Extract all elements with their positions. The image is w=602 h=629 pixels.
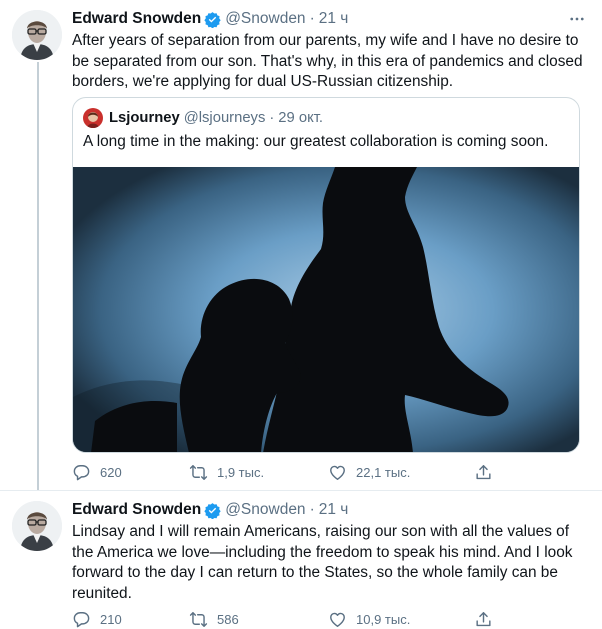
separator-dot: · (309, 501, 315, 518)
like-button[interactable]: 22,1 тыс. (328, 461, 410, 483)
retweet-count: 586 (217, 611, 239, 627)
tweet[interactable]: Edward Snowden @Snowden · 21 ч After yea… (0, 0, 602, 490)
tweet-header: Edward Snowden @Snowden · 21 ч (72, 500, 592, 520)
author-handle[interactable]: @Snowden (225, 501, 305, 519)
retweet-icon (189, 464, 208, 480)
quoted-tweet-image[interactable] (73, 167, 579, 452)
reply-icon (73, 464, 90, 480)
separator-dot: · (309, 10, 315, 27)
verified-badge-icon (204, 502, 221, 519)
reply-count: 210 (100, 611, 122, 627)
tweet-timestamp[interactable]: 21 ч (319, 10, 349, 28)
share-button[interactable] (474, 461, 502, 483)
like-icon (330, 465, 345, 480)
author-name[interactable]: Edward Snowden (72, 10, 201, 28)
retweet-button[interactable]: 1,9 тыс. (189, 461, 264, 483)
quoted-timestamp: 29 окт. (278, 110, 323, 126)
like-icon (330, 612, 345, 627)
tweet[interactable]: Edward Snowden @Snowden · 21 ч Lindsay a… (0, 490, 602, 629)
avatar[interactable] (12, 10, 62, 60)
retweet-button[interactable]: 586 (189, 608, 239, 629)
share-icon (476, 611, 491, 626)
retweet-icon (189, 611, 208, 627)
like-count: 22,1 тыс. (356, 464, 411, 480)
silhouette-photo (73, 167, 579, 452)
tweet-header: Edward Snowden @Snowden · 21 ч (72, 9, 592, 29)
author-handle[interactable]: @Snowden (225, 10, 305, 28)
like-button[interactable]: 10,9 тыс. (328, 608, 410, 629)
author-name[interactable]: Edward Snowden (72, 501, 201, 519)
reply-count: 620 (100, 464, 122, 480)
retweet-count: 1,9 тыс. (217, 464, 265, 480)
quoted-author-handle: @lsjourneys (183, 110, 266, 126)
quoted-tweet[interactable]: Lsjourney @lsjourneys · 29 окт. A long t… (72, 97, 580, 453)
quoted-avatar (83, 108, 103, 128)
quoted-tweet-text: A long time in the making: our greatest … (83, 133, 549, 150)
verified-badge-icon (204, 11, 221, 28)
tweet-text: After years of separation from our paren… (72, 32, 583, 90)
tweet-text: Lindsay and I will remain Americans, rai… (72, 523, 573, 602)
reply-button[interactable]: 210 (72, 608, 122, 629)
quoted-tweet-header: Lsjourney @lsjourneys · 29 окт. (83, 108, 323, 128)
reply-icon (73, 611, 90, 627)
tweet-timestamp[interactable]: 21 ч (319, 501, 349, 519)
avatar-portrait-image (12, 501, 62, 551)
tweet-actions: 210 586 10,9 тыс. (72, 608, 512, 629)
reply-button[interactable]: 620 (72, 461, 122, 483)
thread-connector-line (37, 62, 39, 490)
separator-dot: · (269, 110, 275, 126)
share-icon (476, 464, 491, 479)
tweet-actions: 620 1,9 тыс. 22,1 тыс. (72, 461, 512, 483)
share-button[interactable] (474, 608, 502, 629)
more-icon[interactable] (562, 9, 592, 29)
avatar-portrait-image (12, 10, 62, 60)
avatar[interactable] (12, 501, 62, 551)
like-count: 10,9 тыс. (356, 611, 411, 627)
quoted-author-name: Lsjourney (109, 110, 180, 126)
